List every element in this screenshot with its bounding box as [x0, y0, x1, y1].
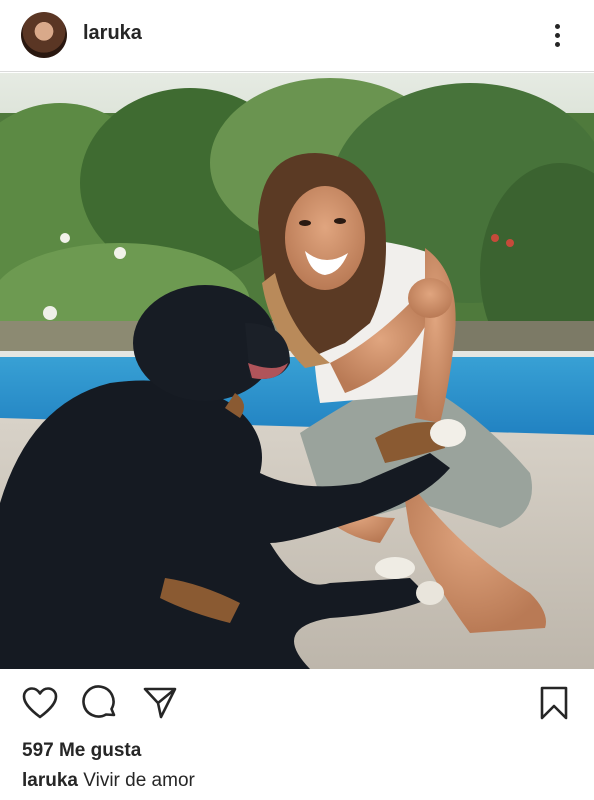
bookmark-icon[interactable]	[534, 683, 574, 723]
post-caption: laruka Vivir de amor	[22, 770, 195, 792]
post-username[interactable]: laruka	[83, 22, 142, 45]
more-options-icon[interactable]	[545, 20, 569, 50]
more-dot	[554, 32, 560, 38]
likes-count[interactable]: 597 Me gusta	[22, 740, 141, 762]
heart-icon[interactable]	[20, 683, 60, 723]
avatar[interactable]	[21, 12, 67, 58]
send-icon[interactable]	[140, 683, 180, 723]
post-photo[interactable]	[0, 73, 594, 669]
more-dot	[554, 23, 560, 29]
caption-username[interactable]: laruka	[22, 770, 78, 791]
post-actions	[0, 683, 594, 723]
post-header: laruka	[0, 0, 594, 72]
more-dot	[554, 41, 560, 47]
comment-icon[interactable]	[80, 683, 120, 723]
caption-text: Vivir de amor	[83, 770, 195, 791]
